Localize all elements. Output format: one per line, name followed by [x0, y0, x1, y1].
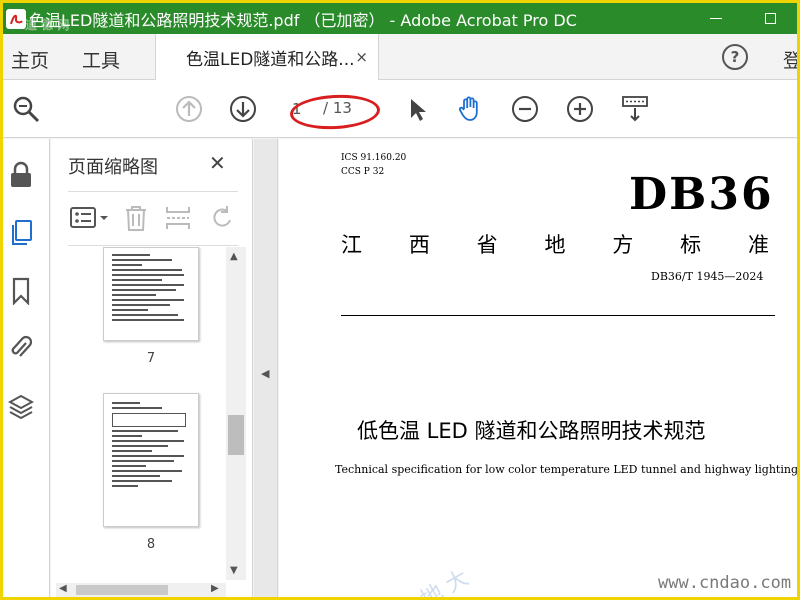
standard-char: 准	[747, 233, 769, 257]
next-page-icon[interactable]	[229, 95, 257, 123]
thumbnail-list: 7 8	[51, 247, 227, 587]
login-link[interactable]: 登	[783, 46, 797, 73]
trash-icon[interactable]	[122, 204, 150, 236]
zoom-in-icon[interactable]	[566, 95, 594, 123]
title-bar: 道 德 网 色温LED隧道和公路照明技术规范.pdf （已加密） - Adobe…	[3, 3, 797, 34]
thumbnail-page[interactable]	[103, 393, 199, 527]
rotate-icon[interactable]	[208, 204, 236, 236]
standard-code: DB36	[629, 169, 774, 220]
minimize-button[interactable]	[689, 3, 743, 34]
app-window: 道 德 网 色温LED隧道和公路照明技术规范.pdf （已加密） - Adobe…	[0, 0, 800, 600]
watermark-url: www.cndao.com	[658, 573, 792, 593]
attachment-icon[interactable]	[8, 333, 34, 361]
window-title: 色温LED隧道和公路照明技术规范.pdf （已加密） - Adobe Acrob…	[29, 10, 577, 30]
standard-char: 方	[612, 233, 634, 257]
standard-char: 省	[476, 233, 498, 257]
maximize-button[interactable]	[743, 3, 797, 34]
document-view[interactable]: ICS 91.160.20 CCS P 32 DB36 江 西 省 地 方 标 …	[279, 139, 798, 597]
panel-title: 页面缩略图	[68, 157, 158, 178]
page-thumbnails-icon[interactable]	[8, 219, 34, 247]
help-icon[interactable]: ?	[722, 44, 748, 70]
document-title-en: Technical specification for low color te…	[335, 463, 798, 476]
thumbnail-table	[112, 413, 186, 427]
lock-icon[interactable]	[8, 161, 34, 189]
acrobat-logo-icon	[5, 8, 27, 30]
scroll-right-icon[interactable]: ▶	[211, 583, 219, 594]
thumbnail-label: 7	[146, 351, 156, 366]
collapse-left-icon[interactable]: ◀	[261, 367, 269, 380]
thumbnail-panel: 页面缩略图 ✕ 7 8 ▲ ▼ ◀ ▶	[51, 139, 253, 597]
tab-document[interactable]: 色温LED隧道和公路... ×	[155, 34, 379, 80]
window-controls	[689, 3, 797, 34]
maximize-icon	[764, 13, 776, 24]
tab-home[interactable]: 主页	[11, 46, 49, 73]
scroll-up-icon[interactable]: ▲	[230, 251, 238, 262]
scrollbar-thumb[interactable]	[228, 415, 244, 455]
standard-char: 西	[408, 233, 430, 257]
standard-heading: 江 西 省 地 方 标 准	[341, 229, 769, 259]
insert-page-icon[interactable]	[164, 204, 192, 236]
select-cursor-icon[interactable]	[403, 95, 431, 123]
main-toolbar: 1 / 13	[3, 80, 797, 138]
scroll-down-icon[interactable]: ▼	[230, 565, 238, 576]
options-menu-icon[interactable]	[70, 204, 110, 236]
thumbnail-horizontal-scrollbar[interactable]: ◀ ▶	[56, 583, 226, 597]
hand-tool-icon[interactable]	[456, 95, 484, 123]
watermark-top: 道 德 网	[25, 18, 70, 32]
thumbnail-vertical-scrollbar[interactable]: ▲ ▼	[226, 247, 246, 580]
standard-number: DB36/T 1945—2024	[651, 270, 764, 283]
close-tab-icon[interactable]: ×	[355, 48, 368, 66]
zoom-out-icon[interactable]	[511, 95, 539, 123]
document-title-cn: 低色温 LED 隧道和公路照明技术规范	[357, 419, 706, 443]
thumbnail-page[interactable]	[103, 247, 199, 341]
panel-toolbar	[68, 191, 238, 246]
standard-char: 地	[544, 233, 566, 257]
tab-tools[interactable]: 工具	[82, 46, 120, 73]
standard-char: 标	[680, 233, 702, 257]
divider	[341, 315, 775, 316]
fit-page-icon[interactable]	[621, 95, 649, 123]
ccs-code: CCS P 32	[341, 167, 385, 177]
thumbnail-label: 8	[146, 537, 156, 552]
scrollbar-thumb[interactable]	[76, 585, 168, 595]
tab-document-label: 色温LED隧道和公路...	[186, 49, 355, 70]
tab-bar: 主页 工具 色温LED隧道和公路... × ? 登	[3, 34, 797, 80]
ics-code: ICS 91.160.20	[341, 153, 407, 163]
zoom-search-icon[interactable]	[12, 95, 40, 123]
minimize-icon	[710, 18, 722, 19]
left-rail	[3, 139, 50, 597]
bookmark-icon[interactable]	[8, 277, 34, 306]
standard-char: 江	[341, 233, 362, 257]
scroll-left-icon[interactable]: ◀	[59, 583, 67, 594]
close-panel-icon[interactable]: ✕	[209, 151, 226, 175]
layers-icon[interactable]	[7, 393, 35, 421]
panel-collapse-strip[interactable]: ◀	[254, 139, 278, 597]
document-page: ICS 91.160.20 CCS P 32 DB36 江 西 省 地 方 标 …	[279, 139, 798, 597]
previous-page-icon[interactable]	[175, 95, 203, 123]
